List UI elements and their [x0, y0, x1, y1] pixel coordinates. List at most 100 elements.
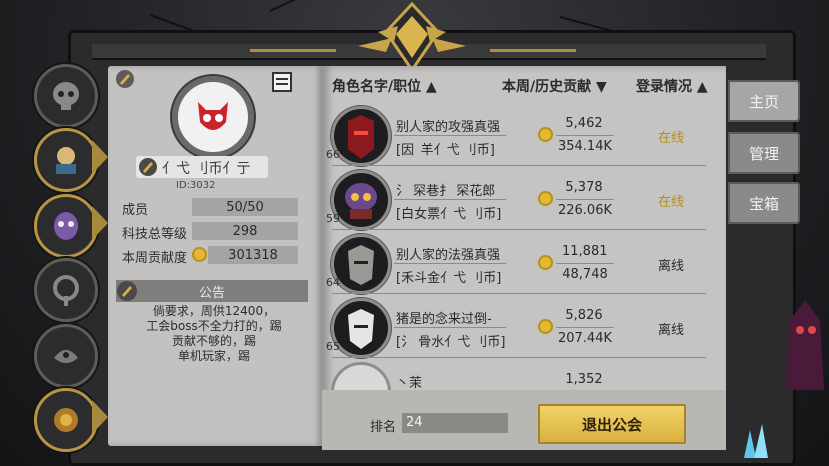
member-week-contrib: 5,462 [565, 116, 603, 131]
stat-label-contribution: 本周贡献度 [122, 251, 188, 266]
member-level: 65 [326, 340, 340, 353]
member-level: 66 [326, 148, 340, 161]
coin-icon [538, 127, 553, 142]
member-name: 猪是的念来过倒- [396, 312, 492, 327]
member-week-contrib: 11,881 [562, 244, 608, 259]
red-helmet-icon [348, 115, 374, 159]
stat-value-members: 50/50 [192, 198, 298, 216]
guild-id: ID:3032 [176, 180, 216, 191]
gold-trim-right [490, 49, 576, 52]
member-history-contrib: 354.14K [557, 139, 612, 154]
row-divider [332, 293, 706, 294]
notice-line: 工会boss不全力打的，踢 [146, 319, 282, 333]
exit-guild-label: 退出公会 [581, 415, 642, 434]
purple-octopus-icon [345, 183, 377, 219]
member-name: 别人家的法强真强 [396, 248, 501, 263]
member-avatar[interactable] [331, 298, 391, 358]
stat-label-members: 成员 [122, 203, 149, 218]
guild-avatar[interactable] [172, 76, 254, 158]
member-title: [禾斗金亻弋 刂币] [396, 271, 502, 286]
stat-value-contribution: 301318 [208, 246, 298, 264]
crow-icon [54, 350, 78, 363]
member-level: 59 [326, 212, 340, 225]
stat-value-tech: 298 [192, 222, 298, 240]
member-level: 64 [326, 276, 340, 289]
divider [394, 135, 506, 136]
coin-icon [192, 247, 207, 262]
stat-label-tech: 科技总等级 [122, 227, 188, 242]
purple-mask-icon [54, 212, 78, 240]
header-contrib-sort[interactable]: 本周/历史贡献 ▼ [502, 76, 607, 96]
notice-line: 贡献不够的，踢 [171, 334, 256, 348]
row-divider [332, 229, 706, 230]
side-icon-purple-mask[interactable] [34, 194, 98, 258]
member-row-partial[interactable]: 丶茉 1,352 [322, 360, 726, 390]
member-name: 丶茉 [396, 376, 423, 390]
rank-value: 24 [402, 413, 508, 433]
grey-knight-icon [348, 245, 374, 285]
notebook-icon[interactable] [270, 70, 294, 94]
side-icon-orb[interactable] [34, 258, 98, 322]
member-title: [因 羊亻弋 刂币] [396, 143, 495, 158]
tab-manage-label: 管理 [748, 144, 779, 163]
monster-decoration-icon [786, 300, 824, 390]
member-avatar[interactable] [331, 234, 391, 294]
member-name: 氵 罙巷扌 罙花郎 [396, 184, 496, 199]
coin-icon [538, 255, 553, 270]
tab-home-label: 主页 [748, 92, 779, 111]
member-week-contrib: 1,352 [565, 372, 603, 387]
tab-chest-label: 宝箱 [748, 194, 779, 213]
member-avatar [331, 362, 391, 390]
coin-icon [538, 319, 553, 334]
notice-title: 公告 [198, 285, 225, 301]
member-avatar[interactable] [331, 106, 391, 166]
edit-badge-icon[interactable] [114, 68, 136, 90]
member-status: 在线 [658, 195, 685, 210]
member-history-contrib: 207.44K [557, 331, 612, 346]
rank-label: 排名 [370, 420, 397, 435]
divider [394, 199, 506, 200]
notice-header: 公告 [116, 280, 308, 302]
white-helmet-icon [348, 309, 374, 349]
red-demon-skull-icon [198, 102, 228, 130]
member-avatar[interactable] [331, 170, 391, 230]
gold-trim-left [250, 49, 336, 52]
edit-notice-icon[interactable] [116, 280, 138, 302]
rename-pen-icon[interactable] [138, 157, 158, 177]
row-divider [332, 357, 706, 358]
divider [556, 135, 614, 136]
side-icon-knight[interactable] [34, 128, 98, 192]
member-name: 别人家的攻强真强 [396, 120, 501, 135]
divider [556, 263, 614, 264]
golden-emblem-icon [54, 408, 78, 432]
member-title: [白女票亻弋 刂币] [396, 207, 502, 222]
side-icon-golden-emblem[interactable] [34, 388, 98, 452]
member-history-contrib: 226.06K [557, 203, 612, 218]
divider [394, 327, 506, 328]
guild-name: 亻弋 刂币亻亍 [162, 161, 251, 177]
member-week-contrib: 5,826 [565, 308, 603, 323]
tab-home[interactable]: 主页 [728, 80, 800, 122]
notice-line: 单机玩家，踢 [177, 349, 250, 363]
side-icon-crow[interactable] [34, 324, 98, 388]
header-name-sort[interactable]: 角色名字/职位 ▲ [332, 76, 437, 96]
member-status: 离线 [658, 323, 685, 338]
divider [394, 263, 506, 264]
orb-icon [53, 275, 79, 306]
header-login-sort[interactable]: 登录情况 ▲ [636, 76, 708, 96]
divider [556, 327, 614, 328]
crystal-decoration-icon [744, 424, 768, 458]
notice-body: 倘要求，周供12400， 工会boss不全力打的，踢 贡献不够的，踢 单机玩家，… [112, 304, 316, 364]
member-status: 离线 [658, 259, 685, 274]
skull-icon [53, 82, 79, 110]
row-divider [332, 165, 706, 166]
coin-icon [538, 191, 553, 206]
side-icon-skull[interactable] [34, 64, 98, 128]
tab-manage[interactable]: 管理 [728, 132, 800, 174]
exit-guild-button[interactable]: 退出公会 [538, 404, 686, 444]
knight-icon [56, 147, 76, 174]
divider [556, 199, 614, 200]
member-week-contrib: 5,378 [565, 180, 603, 195]
notice-line: 倘要求，周供12400， [152, 304, 276, 318]
tab-chest[interactable]: 宝箱 [728, 182, 800, 224]
